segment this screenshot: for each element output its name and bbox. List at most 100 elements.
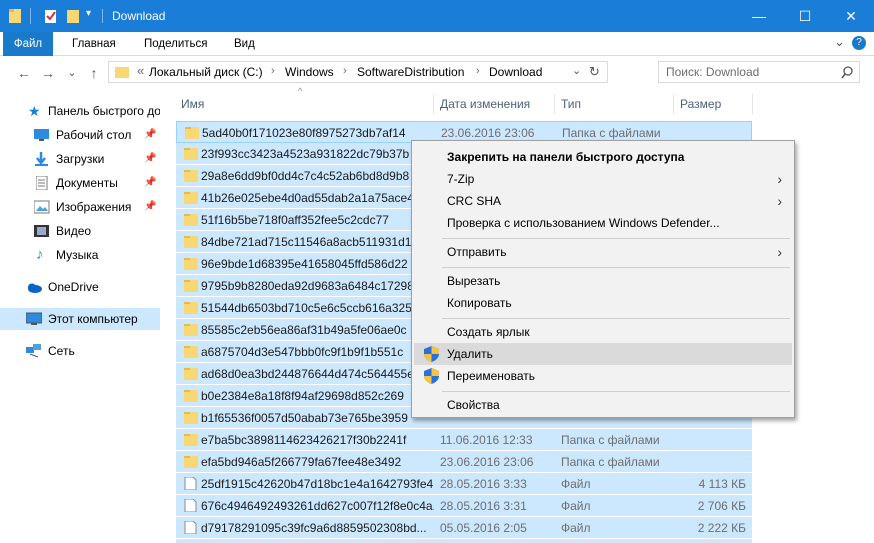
menu-create-shortcut[interactable]: Создать ярлык	[414, 321, 792, 343]
nav-downloads-label: Загрузки	[56, 152, 105, 166]
column-separator[interactable]	[554, 94, 555, 114]
nav-desktop[interactable]: Рабочий стол 📌	[0, 124, 160, 146]
minimize-button[interactable]: —	[736, 0, 782, 32]
crumb-softwaredistribution[interactable]: SoftwareDistribution	[357, 65, 464, 79]
file-type: Файл	[561, 521, 591, 535]
menu-send-to[interactable]: Отправить ›	[414, 241, 792, 263]
menu-crc-sha[interactable]: CRC SHA ›	[414, 190, 792, 212]
file-name: b1f65536f0057d50abab73e765be3959	[201, 411, 408, 425]
column-separator[interactable]	[752, 94, 753, 114]
file-name: e7ba5bc3898114623426217f30b2241f	[201, 433, 407, 447]
search-placeholder: Поиск: Download	[666, 65, 760, 79]
search-input[interactable]: Поиск: Download	[658, 61, 860, 83]
crumb-download[interactable]: Download	[489, 65, 542, 79]
nav-documents[interactable]: Документы 📌	[0, 172, 160, 194]
tab-file[interactable]: Файл	[3, 32, 53, 56]
maximize-button[interactable]: ☐	[782, 0, 828, 32]
file-name: 29a8e6dd9bf0dd4c7c4c52ab6bd8d9b8	[201, 169, 410, 183]
column-date[interactable]: Дата изменения	[440, 94, 530, 114]
pin-icon: 📌	[144, 153, 157, 164]
recent-locations-button[interactable]: ⌄	[62, 64, 82, 82]
file-size: 4 113 КБ	[698, 477, 746, 491]
crumb-separator-icon[interactable]: ›	[343, 65, 347, 77]
expand-ribbon-icon[interactable]: ⌄	[834, 34, 845, 50]
crumb-windows[interactable]: Windows	[285, 65, 334, 79]
folder-icon	[185, 127, 199, 139]
documents-icon	[36, 176, 48, 190]
menu-pin-quick-access[interactable]: Закрепить на панели быстрого доступа	[414, 146, 792, 168]
column-size[interactable]: Размер	[680, 94, 721, 114]
folder-icon	[184, 280, 198, 292]
menu-defender-scan[interactable]: Проверка с использованием Windows Defend…	[414, 212, 792, 234]
file-name: d79178291095c39fc9a6d8859502308bd...	[201, 521, 427, 535]
crumb-local-disk[interactable]: Локальный диск (C:)	[149, 65, 263, 79]
address-dropdown-icon[interactable]: ⌄	[572, 64, 581, 77]
tab-share[interactable]: Поделиться	[136, 32, 216, 56]
file-name: 9795b9b8280eda92d9683a6484c17298	[201, 279, 414, 293]
address-bar[interactable]: « Локальный диск (C:) › Windows › Softwa…	[108, 61, 608, 83]
video-icon	[34, 225, 49, 237]
tab-view[interactable]: Вид	[226, 32, 263, 56]
new-folder-icon[interactable]	[66, 8, 80, 24]
column-name[interactable]: Имя	[181, 94, 204, 114]
search-icon[interactable]	[841, 66, 854, 79]
menu-delete[interactable]: Удалить	[414, 343, 792, 365]
file-type: Файл	[561, 539, 591, 543]
close-button[interactable]: ✕	[828, 0, 874, 32]
column-separator[interactable]	[673, 94, 674, 114]
file-name: 85585c2eb56ea86af31b49a5fe06ae0c	[201, 323, 407, 337]
nav-video[interactable]: Видео	[0, 220, 160, 242]
file-icon	[184, 499, 197, 512]
menu-properties[interactable]: Свойства	[414, 394, 792, 416]
nav-pictures[interactable]: Изображения 📌	[0, 196, 160, 218]
column-separator[interactable]	[433, 94, 434, 114]
file-row[interactable]: 25df1915c42620b47d18bc1e4a1642793fe4... 2…	[176, 473, 752, 495]
navigation-pane: ★ Панель быстрого доступа Рабочий стол 📌…	[0, 90, 160, 543]
pin-icon: 📌	[144, 177, 157, 188]
file-row[interactable]: e7ba5bc3898114623426217f30b2241f 11.06.20…	[176, 429, 752, 451]
tab-home[interactable]: Главная	[64, 32, 124, 56]
nav-network[interactable]: Сеть	[0, 340, 160, 362]
folder-icon	[184, 390, 198, 402]
menu-7zip[interactable]: 7-Zip ›	[414, 168, 792, 190]
file-name: f06e6ac86e8441289f97705bf834df0a0008b...	[201, 539, 434, 543]
crumb-separator-icon[interactable]: ›	[271, 65, 275, 77]
file-row[interactable]: efa5bd946a5f266779fa67fee48e3492 23.06.20…	[176, 451, 752, 473]
file-row[interactable]: f06e6ac86e8441289f97705bf834df0a0008b...…	[176, 539, 752, 543]
properties-icon[interactable]	[44, 8, 58, 24]
menu-separator	[442, 318, 790, 319]
menu-rename[interactable]: Переименовать	[414, 365, 792, 387]
qat-dropdown-icon[interactable]: ▾	[86, 8, 91, 19]
back-button[interactable]: ←	[14, 64, 34, 82]
computer-icon	[26, 312, 42, 325]
up-button[interactable]: ↑	[84, 64, 104, 82]
menu-defender-label: Проверка с использованием Windows Defend…	[447, 216, 720, 230]
file-icon	[184, 477, 197, 490]
menu-cut[interactable]: Вырезать	[414, 270, 792, 292]
help-icon[interactable]: ?	[852, 36, 866, 50]
uac-shield-icon	[424, 368, 439, 384]
scrollbar[interactable]	[860, 90, 874, 543]
nav-pictures-label: Изображения	[56, 200, 132, 214]
nav-onedrive[interactable]: OneDrive	[0, 276, 160, 298]
file-name: 23f993cc3423a4523a931822dc79b37b	[201, 147, 410, 161]
crumb-separator-icon[interactable]: ›	[476, 65, 480, 77]
forward-button[interactable]: →	[38, 64, 58, 82]
nav-downloads[interactable]: Загрузки 📌	[0, 148, 160, 170]
menu-delete-label: Удалить	[447, 347, 493, 361]
nav-quick-access[interactable]: ★ Панель быстрого доступа	[0, 100, 160, 122]
file-type: Папка с файлами	[561, 433, 660, 447]
menu-shortcut-label: Создать ярлык	[447, 325, 530, 339]
submenu-arrow-icon: ›	[777, 244, 782, 260]
menu-cut-label: Вырезать	[447, 274, 501, 288]
file-name: 676c4946492493261dd627c007f12f8e0c4a...	[201, 499, 434, 513]
column-type[interactable]: Тип	[561, 94, 581, 114]
file-row[interactable]: d79178291095c39fc9a6d8859502308bd... 05.0…	[176, 517, 752, 539]
overflow-icon[interactable]: «	[137, 63, 144, 78]
nav-this-pc[interactable]: Этот компьютер	[0, 308, 160, 330]
nav-music[interactable]: ♪ Музыка	[0, 244, 160, 266]
refresh-icon[interactable]: ↻	[589, 64, 600, 80]
nav-music-label: Музыка	[56, 248, 99, 262]
file-row[interactable]: 676c4946492493261dd627c007f12f8e0c4a... 2…	[176, 495, 752, 517]
menu-copy[interactable]: Копировать	[414, 292, 792, 314]
